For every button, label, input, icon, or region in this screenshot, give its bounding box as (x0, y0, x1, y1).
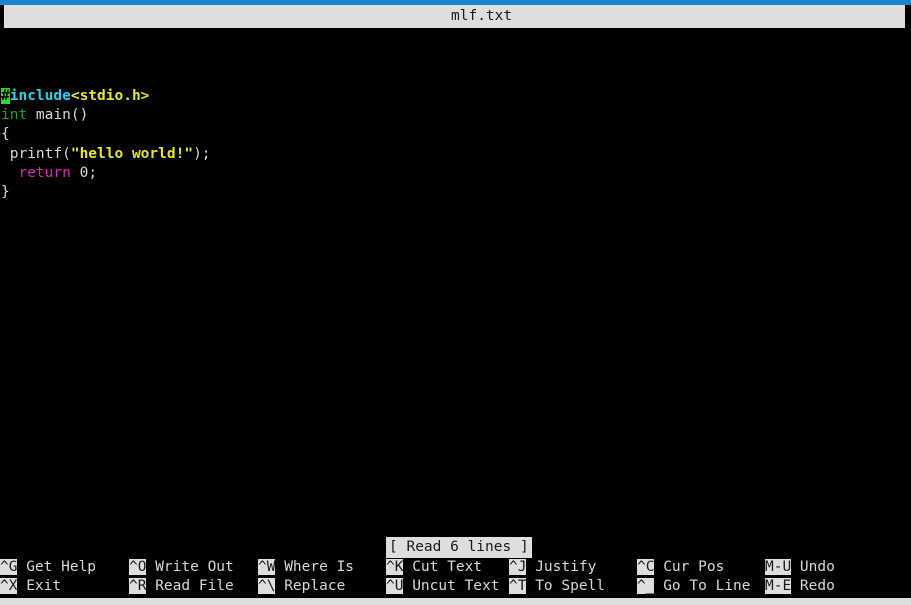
code-token: 0; (70, 165, 98, 182)
shortcut-key: ^\ (258, 578, 276, 595)
text-cursor: # (1, 87, 10, 104)
shortcut-key: ^C (637, 559, 655, 575)
shortcut-key: ^X (0, 578, 18, 595)
shortcut-write-out[interactable]: ^O Write Out (129, 558, 234, 577)
shortcut-key: M-E (765, 578, 792, 595)
editor-text-area[interactable]: #include<stdio.h> int main(){ printf("hel… (0, 29, 911, 533)
shortcut-get-help[interactable]: ^G Get Help (0, 558, 96, 577)
code-token: "hello world!" (70, 145, 194, 162)
terminal-window: GNU nano 2.9.8 mlf.txt #include<stdio.h>… (0, 0, 911, 605)
shortcut-row-secondary: ^X Exit ^R Read File ^\ Replace ^U Uncut Te… (0, 577, 911, 596)
shortcut-label: Get Help (17, 559, 97, 575)
shortcut-label: Exit (17, 578, 62, 595)
shortcut-uncut-text[interactable]: ^U Uncut Text (386, 577, 500, 596)
shortcut-label: To Spell (526, 578, 606, 595)
shortcut-key: ^J (509, 559, 527, 575)
shortcut-where-is[interactable]: ^W Where Is (258, 558, 354, 577)
editor-line[interactable]: return 0; (0, 164, 911, 183)
code-token: { (1, 126, 10, 143)
editor-line[interactable]: } (0, 183, 911, 202)
editor-line[interactable]: { (0, 125, 911, 144)
shortcut-key: ^K (386, 559, 404, 575)
shortcut-label: Uncut Text (403, 578, 500, 595)
shortcut-label: Write Out (146, 559, 234, 575)
shortcut-key: ^W (258, 559, 276, 575)
shortcut-row-primary: ^G Get Help ^O Write Out ^W Where Is ^K Cut… (0, 558, 911, 577)
shortcut-key-bar: ^G Get Help ^O Write Out ^W Where Is ^K Cut… (0, 558, 911, 598)
editor-line[interactable]: printf("hello world!"); (0, 145, 911, 164)
shortcut-redo[interactable]: M-E Redo (765, 577, 835, 596)
shortcut-key: ^U (386, 578, 404, 595)
code-token: } (1, 184, 10, 201)
code-token: include (9, 87, 71, 104)
shortcut-label: Cut Text (403, 559, 483, 575)
shortcut-key: ^O (129, 559, 147, 575)
window-bottom-strip (0, 598, 911, 605)
code-token: printf( (1, 145, 71, 162)
nano-filename-label: mlf.txt (451, 8, 513, 24)
code-token: int (1, 107, 28, 124)
status-message: [ Read 6 lines ] (386, 537, 532, 558)
nano-title-bar: GNU nano 2.9.8 mlf.txt (4, 5, 905, 28)
code-token: <stdio.h> (70, 87, 150, 104)
shortcut-cur-pos[interactable]: ^C Cur Pos (637, 558, 724, 577)
shortcut-key: ^_ (637, 578, 655, 595)
shortcut-to-spell[interactable]: ^T To Spell (509, 577, 605, 596)
shortcut-undo[interactable]: M-U Undo (765, 558, 835, 577)
code-token: main() (27, 107, 89, 124)
editor-line[interactable]: #include<stdio.h> (0, 87, 911, 106)
shortcut-go-to-line[interactable]: ^_ Go To Line (637, 577, 751, 596)
shortcut-justify[interactable]: ^J Justify (509, 558, 596, 577)
shortcut-label: Go To Line (654, 578, 751, 595)
shortcut-label: Redo (791, 578, 835, 595)
status-line: [ Read 6 lines ] (0, 537, 911, 558)
shortcut-key: ^R (129, 578, 147, 595)
shortcut-replace[interactable]: ^\ Replace (258, 577, 345, 596)
shortcut-label: Replace (275, 578, 346, 595)
shortcut-label: Read File (146, 578, 234, 595)
code-token: ); (193, 145, 211, 162)
shortcut-read-file[interactable]: ^R Read File (129, 577, 234, 596)
shortcut-label: Justify (526, 559, 597, 575)
shortcut-cut-text[interactable]: ^K Cut Text (386, 558, 482, 577)
shortcut-exit[interactable]: ^X Exit (0, 577, 61, 596)
shortcut-label: Cur Pos (654, 559, 725, 575)
editor-line[interactable]: int main() (0, 106, 911, 125)
shortcut-key: M-U (765, 559, 792, 575)
shortcut-key: ^T (509, 578, 527, 595)
shortcut-label: Undo (791, 559, 835, 575)
shortcut-label: Where Is (275, 559, 355, 575)
code-token: return (18, 165, 71, 182)
shortcut-key: ^G (0, 559, 18, 575)
